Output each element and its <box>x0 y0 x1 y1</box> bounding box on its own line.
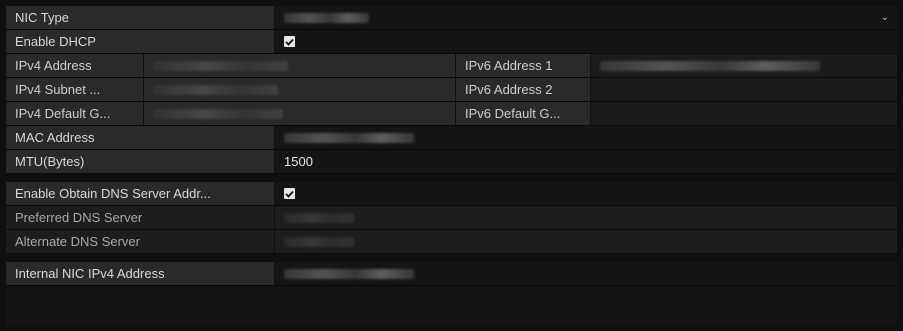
ipv6-gateway-label: IPv6 Default G... <box>455 102 591 125</box>
ipv4-address-field[interactable] <box>144 54 455 77</box>
ipv6-address1-label: IPv6 Address 1 <box>455 54 591 77</box>
preferred-dns-label: Preferred DNS Server <box>6 206 275 229</box>
ipv6-address2-field[interactable] <box>591 78 897 101</box>
ipv4-gateway-field[interactable] <box>144 102 455 125</box>
nic-type-label: NIC Type <box>6 6 275 29</box>
ipv4-gateway-label: IPv4 Default G... <box>6 102 144 125</box>
mac-address-row: MAC Address <box>6 126 897 150</box>
ipv4-address-label: IPv4 Address <box>6 54 144 77</box>
nic-type-value-redacted <box>284 12 369 23</box>
enable-dhcp-label: Enable DHCP <box>6 30 275 53</box>
enable-dhcp-checkbox[interactable] <box>284 36 295 47</box>
alternate-dns-redacted <box>284 236 354 247</box>
auto-dns-value <box>275 182 897 205</box>
ipv4-subnet-label: IPv4 Subnet ... <box>6 78 144 101</box>
nic-type-select[interactable]: ⌄ <box>275 6 897 29</box>
alternate-dns-row: Alternate DNS Server <box>6 230 897 254</box>
checkbox-checked-icon <box>285 38 294 46</box>
mac-address-label: MAC Address <box>6 126 275 149</box>
mac-address-value <box>275 126 897 149</box>
ipv4-address-redacted <box>153 60 288 71</box>
preferred-dns-redacted <box>284 212 354 223</box>
alternate-dns-field[interactable] <box>275 230 897 253</box>
ip-row-2: IPv4 Subnet ... IPv6 Address 2 <box>6 78 897 102</box>
mtu-label: MTU(Bytes) <box>6 150 275 173</box>
preferred-dns-field[interactable] <box>275 206 897 229</box>
ipv4-subnet-field[interactable] <box>144 78 455 101</box>
ipv6-address2-label: IPv6 Address 2 <box>455 78 591 101</box>
ipv6-gateway-field[interactable] <box>591 102 897 125</box>
preferred-dns-row: Preferred DNS Server <box>6 206 897 230</box>
ipv4-gateway-redacted <box>153 108 283 119</box>
ipv6-address1-redacted <box>600 60 820 71</box>
mtu-input[interactable]: 1500 <box>275 150 897 173</box>
ipv4-subnet-redacted <box>153 84 278 95</box>
internal-nic-ipv4-field[interactable] <box>275 262 897 285</box>
chevron-down-icon: ⌄ <box>880 12 889 23</box>
checkbox-checked-icon <box>285 190 294 198</box>
auto-dns-row: Enable Obtain DNS Server Addr... <box>6 182 897 206</box>
ip-address-grid: IPv4 Address IPv6 Address 1 IPv4 Subnet … <box>6 54 897 126</box>
internal-nic-row: Internal NIC IPv4 Address <box>6 262 897 286</box>
alternate-dns-label: Alternate DNS Server <box>6 230 275 253</box>
enable-dhcp-value <box>275 30 897 53</box>
section-divider-2 <box>6 254 897 262</box>
enable-dhcp-row: Enable DHCP <box>6 30 897 54</box>
mtu-row: MTU(Bytes) 1500 <box>6 150 897 174</box>
ip-row-1: IPv4 Address IPv6 Address 1 <box>6 54 897 78</box>
section-divider <box>6 174 897 182</box>
auto-dns-checkbox[interactable] <box>284 188 295 199</box>
ip-row-3: IPv4 Default G... IPv6 Default G... <box>6 102 897 126</box>
auto-dns-label: Enable Obtain DNS Server Addr... <box>6 182 275 205</box>
internal-nic-ipv4-redacted <box>284 268 414 279</box>
nic-type-row: NIC Type ⌄ <box>6 6 897 30</box>
internal-nic-label: Internal NIC IPv4 Address <box>6 262 275 285</box>
network-settings-panel: NIC Type ⌄ Enable DHCP IPv4 Address IPv6… <box>6 6 897 325</box>
ipv6-address1-field[interactable] <box>591 54 897 77</box>
mac-address-redacted <box>284 132 414 143</box>
